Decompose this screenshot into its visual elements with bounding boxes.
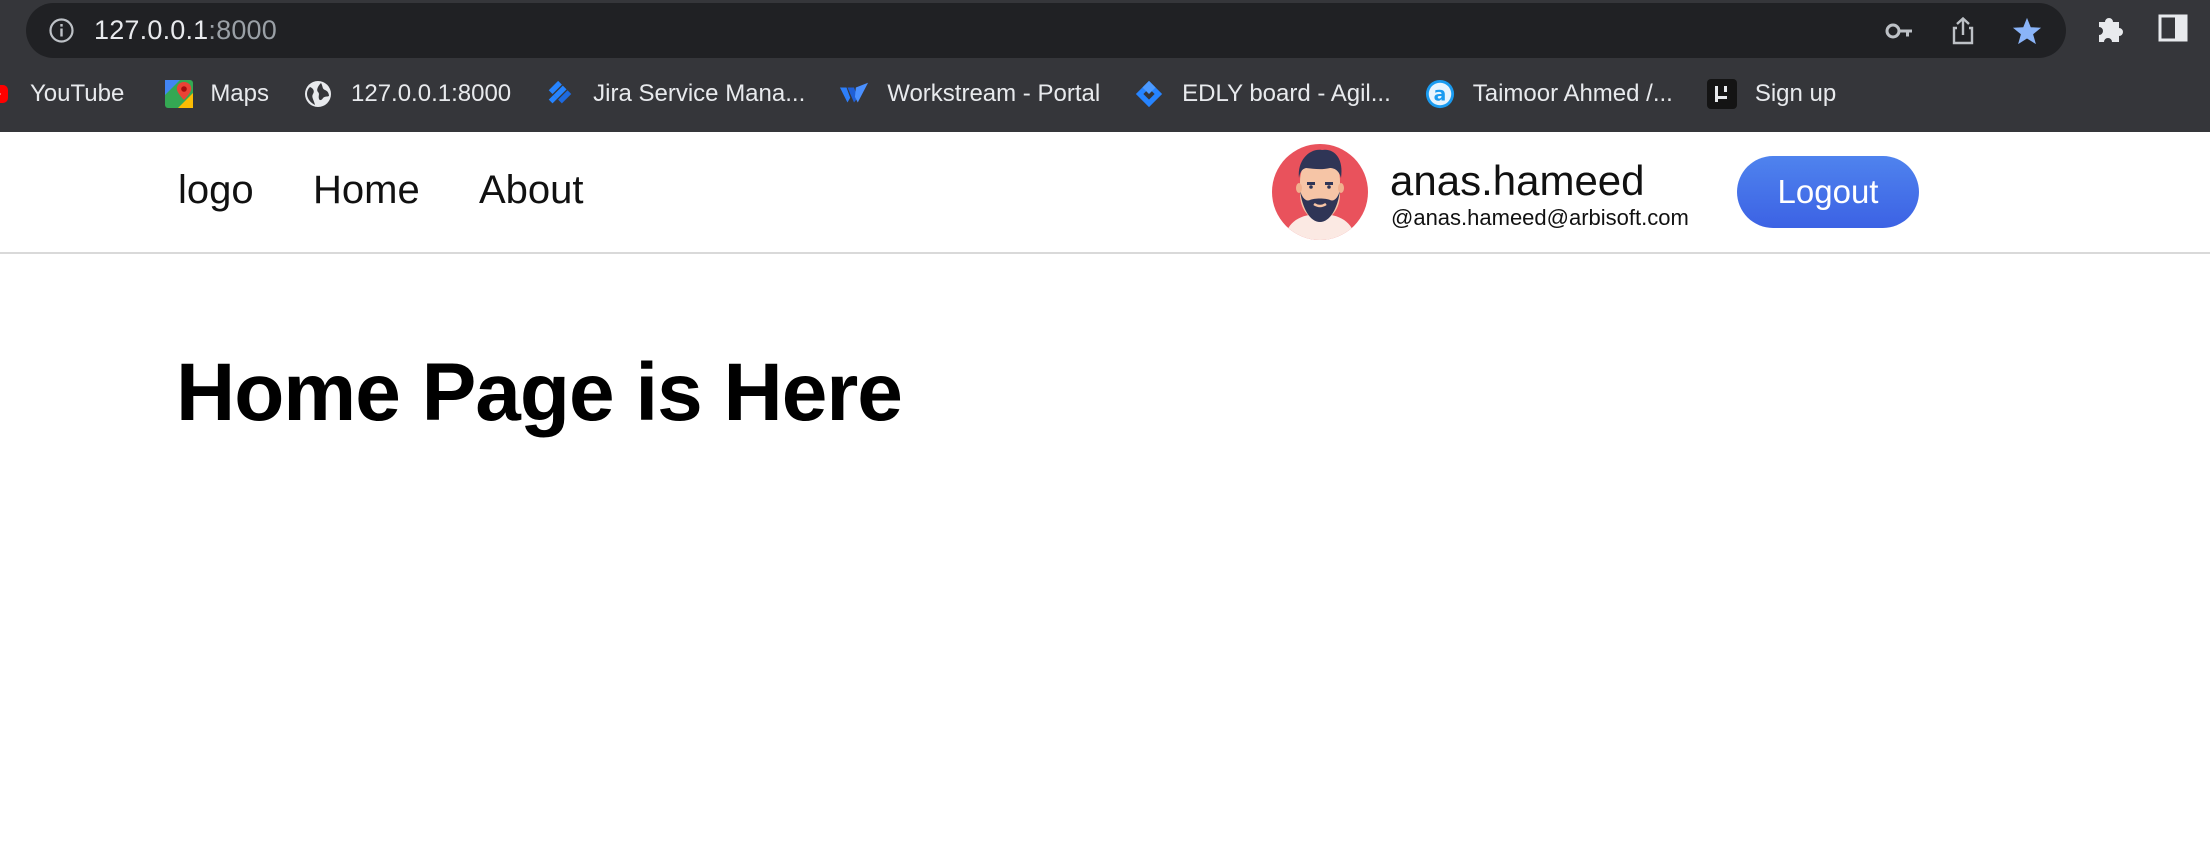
address-bar[interactable]: 127.0.0.1:8000: [26, 3, 2066, 58]
bookmark-maps[interactable]: Maps: [164, 70, 269, 118]
bookmark-label: EDLY board - Agil...: [1182, 80, 1391, 107]
globe-icon: [303, 79, 333, 109]
bookmark-label: YouTube: [30, 80, 125, 107]
bookmark-jira-service[interactable]: Jira Service Mana...: [545, 70, 805, 118]
bookmarks-bar: YouTube Maps 127.0.0.1:8000 Jira Service…: [0, 70, 2210, 118]
address-actions: [1884, 14, 2042, 48]
svg-text:a: a: [1433, 85, 1446, 106]
bookmark-localhost[interactable]: 127.0.0.1:8000: [303, 70, 511, 118]
browser-chrome: 127.0.0.1:8000 YouTube Maps 127.0.0.1:80…: [0, 0, 2210, 132]
assembla-icon: a: [1425, 79, 1455, 109]
bookmark-star-icon[interactable]: [2012, 16, 2042, 46]
nav-about-link[interactable]: About: [479, 170, 584, 210]
logout-button[interactable]: Logout: [1737, 156, 1919, 228]
url-host: 127.0.0.1: [94, 15, 209, 45]
bookmark-label: Taimoor Ahmed /...: [1472, 80, 1673, 107]
site-info-icon[interactable]: [48, 17, 75, 44]
bookmark-label: Workstream - Portal: [887, 80, 1101, 107]
signup-icon: [1706, 79, 1737, 109]
site-logo[interactable]: logo: [178, 170, 254, 210]
bookmark-label: Sign up: [1754, 80, 1837, 107]
maps-icon: [164, 79, 194, 109]
page-title: Home Page is Here: [176, 347, 903, 438]
youtube-icon: [0, 79, 14, 109]
share-icon[interactable]: [1948, 16, 1978, 46]
site-header: logo Home About anas.hameed @anas.hameed…: [0, 132, 2210, 254]
workstream-icon: [839, 79, 869, 109]
address-url[interactable]: 127.0.0.1:8000: [94, 15, 277, 46]
key-icon[interactable]: [1884, 16, 1914, 46]
bookmark-taimoor[interactable]: a Taimoor Ahmed /...: [1425, 70, 1673, 118]
user-avatar: [1270, 142, 1370, 242]
bookmark-label: Jira Service Mana...: [593, 80, 806, 107]
bookmark-workstream[interactable]: Workstream - Portal: [839, 70, 1100, 118]
nav-home-link[interactable]: Home: [313, 170, 420, 210]
bookmark-label: Maps: [210, 80, 269, 107]
url-port: :8000: [208, 15, 277, 45]
bookmark-edly-board[interactable]: EDLY board - Agil...: [1134, 70, 1391, 118]
bookmark-sign-up[interactable]: Sign up: [1706, 70, 1837, 118]
side-panel-icon[interactable]: [2158, 13, 2188, 43]
extensions-puzzle-icon[interactable]: [2094, 13, 2126, 45]
user-name: anas.hameed: [1390, 157, 1645, 204]
user-email: @anas.hameed@arbisoft.com: [1391, 205, 1689, 230]
bookmark-label: 127.0.0.1:8000: [351, 80, 512, 107]
jira-icon: [545, 79, 575, 109]
bookmark-youtube[interactable]: YouTube: [0, 70, 124, 118]
jira-board-icon: [1134, 79, 1164, 109]
